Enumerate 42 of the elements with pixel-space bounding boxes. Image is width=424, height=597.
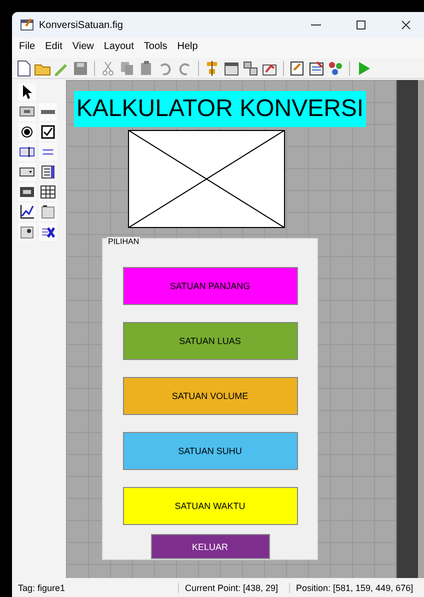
push-button-icon[interactable] <box>18 103 36 121</box>
table-icon[interactable] <box>39 183 57 201</box>
tag-status: Tag: figure1 <box>17 583 66 593</box>
unit-button[interactable]: SATUAN WAKTU <box>122 487 298 525</box>
unit-button[interactable]: SATUAN PANJANG <box>122 267 298 305</box>
tab-order-icon[interactable] <box>242 60 259 76</box>
menu-item[interactable]: View <box>72 41 94 55</box>
axes-icon[interactable] <box>18 203 36 221</box>
edit-text-icon[interactable] <box>18 143 36 161</box>
menu-item[interactable]: File <box>19 41 36 55</box>
menu-editor-icon[interactable] <box>223 60 240 76</box>
copy-icon[interactable] <box>119 60 136 76</box>
panel-title: PILIHAN <box>107 237 140 246</box>
menu-item[interactable]: Layout <box>104 41 134 55</box>
radio-button-icon[interactable] <box>18 123 36 141</box>
slider-icon[interactable] <box>39 103 57 121</box>
editor-icon[interactable] <box>289 60 306 76</box>
unit-button[interactable]: SATUAN VOLUME <box>122 377 298 415</box>
static-text-icon[interactable] <box>39 143 57 161</box>
title-label: KALKULATOR KONVERSI <box>74 91 366 127</box>
current-point-status: Current Point: [438, 29] <box>178 583 289 593</box>
checkbox-icon[interactable] <box>39 123 57 141</box>
exit-button[interactable]: KELUAR <box>150 534 270 559</box>
property-inspector-icon[interactable] <box>308 60 325 76</box>
save-icon[interactable] <box>72 60 89 76</box>
menu-item[interactable]: Edit <box>45 41 62 55</box>
app-icon[interactable] <box>20 16 34 30</box>
activex-icon[interactable] <box>39 223 57 241</box>
popup-menu-icon[interactable] <box>18 163 36 181</box>
object-browser-icon[interactable] <box>327 60 344 76</box>
window-title: KonversiSatuan.fig <box>39 20 123 30</box>
maximize-icon[interactable] <box>356 20 366 30</box>
button-group-icon[interactable] <box>18 223 36 241</box>
unit-button[interactable]: SATUAN SUHU <box>122 432 298 470</box>
listbox-icon[interactable] <box>39 163 57 181</box>
menu-item[interactable]: Help <box>177 41 198 55</box>
axes-placeholder[interactable] <box>128 130 285 228</box>
toggle-button-icon[interactable] <box>18 183 36 201</box>
unit-button[interactable]: SATUAN LUAS <box>122 322 298 360</box>
position-status: Position: [581, 159, 449, 676] <box>289 583 414 593</box>
menu-item[interactable]: Tools <box>144 41 168 55</box>
close-icon[interactable] <box>401 20 411 30</box>
